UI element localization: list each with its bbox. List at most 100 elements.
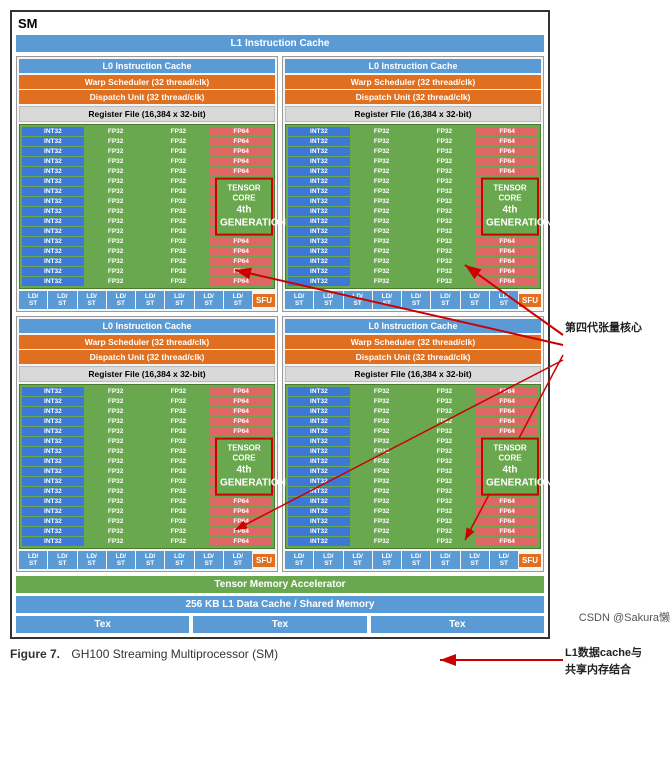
cell: FP32 xyxy=(148,267,210,276)
cell: INT32 xyxy=(22,197,84,206)
sfu-row-br: LD/ST LD/ST LD/ST LD/ST LD/ST LD/ST LD/S… xyxy=(285,551,541,569)
cell: FP32 xyxy=(148,207,210,216)
quadrant-bottom-right: L0 Instruction Cache Warp Scheduler (32 … xyxy=(282,316,544,572)
cell: FP64 xyxy=(210,267,272,276)
quadrant-top-right: L0 Instruction Cache Warp Scheduler (32 … xyxy=(282,56,544,312)
warp-scheduler-bl: Warp Scheduler (32 thread/clk) xyxy=(19,335,275,349)
tensor-core-label-tl: TENSOR CORE 4th GENERATION xyxy=(215,177,273,236)
tma-bar: Tensor Memory Accelerator xyxy=(16,576,544,593)
cell: FP32 xyxy=(85,227,147,236)
l0-cache-tl: L0 Instruction Cache xyxy=(19,59,275,73)
cell: FP32 xyxy=(148,127,210,136)
cell: FP32 xyxy=(85,237,147,246)
cell: INT32 xyxy=(22,167,84,176)
register-file-br: Register File (16,384 x 32-bit) xyxy=(285,366,541,382)
cell: FP32 xyxy=(85,187,147,196)
dispatch-unit-br: Dispatch Unit (32 thread/clk) xyxy=(285,350,541,364)
sm-title: SM xyxy=(16,16,544,31)
l0-cache-br: L0 Instruction Cache xyxy=(285,319,541,333)
cell: FP32 xyxy=(148,187,210,196)
cell: FP32 xyxy=(148,247,210,256)
dispatch-unit-tr: Dispatch Unit (32 thread/clk) xyxy=(285,90,541,104)
cell: INT32 xyxy=(22,217,84,226)
cell: FP32 xyxy=(85,217,147,226)
sm-container: SM L1 Instruction Cache L0 Instruction C… xyxy=(10,10,550,639)
top-quadrant-row: L0 Instruction Cache Warp Scheduler (32 … xyxy=(16,56,544,312)
tensor-core-label-br: TENSOR CORE 4th GENERATION xyxy=(481,437,539,496)
cell: FP32 xyxy=(148,217,210,226)
cell: FP32 xyxy=(148,137,210,146)
cell: INT32 xyxy=(22,257,84,266)
cell: INT32 xyxy=(22,177,84,186)
cell: FP32 xyxy=(148,177,210,186)
cell: FP32 xyxy=(85,247,147,256)
cell: FP32 xyxy=(148,157,210,166)
cell: FP32 xyxy=(85,147,147,156)
cell: FP64 xyxy=(210,167,272,176)
cell: FP64 xyxy=(210,137,272,146)
cell: INT32 xyxy=(22,127,84,136)
figure-title: GH100 Streaming Multiprocessor (SM) xyxy=(71,647,278,661)
data-cache-bar: 256 KB L1 Data Cache / Shared Memory xyxy=(16,596,544,613)
cell: FP32 xyxy=(85,257,147,266)
sfu-row-bl: LD/ST LD/ST LD/ST LD/ST LD/ST LD/ST LD/S… xyxy=(19,551,275,569)
l1-instruction-cache: L1 Instruction Cache xyxy=(16,35,544,52)
register-file-bl: Register File (16,384 x 32-bit) xyxy=(19,366,275,382)
tex-row: Tex Tex Tex xyxy=(16,616,544,633)
quadrant-bottom-left: L0 Instruction Cache Warp Scheduler (32 … xyxy=(16,316,278,572)
cell: INT32 xyxy=(22,147,84,156)
csdn-watermark: CSDN @Sakura懒 xyxy=(579,609,670,625)
warp-scheduler-tr: Warp Scheduler (32 thread/clk) xyxy=(285,75,541,89)
cell: FP32 xyxy=(85,197,147,206)
cell: INT32 xyxy=(22,267,84,276)
cell: FP32 xyxy=(148,227,210,236)
cell: FP64 xyxy=(210,157,272,166)
register-file-tr: Register File (16,384 x 32-bit) xyxy=(285,106,541,122)
cell: FP32 xyxy=(85,277,147,286)
figure-label: Figure 7. xyxy=(10,647,60,661)
l0-cache-bl: L0 Instruction Cache xyxy=(19,319,275,333)
warp-scheduler-tl: Warp Scheduler (32 thread/clk) xyxy=(19,75,275,89)
cell: FP64 xyxy=(210,127,272,136)
cell: FP32 xyxy=(85,267,147,276)
sfu-row-tr: LD/ST LD/ST LD/ST LD/ST LD/ST LD/ST LD/S… xyxy=(285,291,541,309)
dispatch-unit-bl: Dispatch Unit (32 thread/clk) xyxy=(19,350,275,364)
cell: INT32 xyxy=(22,207,84,216)
cell: FP32 xyxy=(85,127,147,136)
cell: FP32 xyxy=(85,137,147,146)
l0-cache-tr: L0 Instruction Cache xyxy=(285,59,541,73)
bottom-quadrant-row: L0 Instruction Cache Warp Scheduler (32 … xyxy=(16,316,544,572)
cell: FP64 xyxy=(210,247,272,256)
tensor-core-label-bl: TENSOR CORE 4th GENERATION xyxy=(215,437,273,496)
annotation-label-1: 第四代张量核心 xyxy=(565,320,670,337)
tex-left: Tex xyxy=(16,616,189,633)
dispatch-unit-tl: Dispatch Unit (32 thread/clk) xyxy=(19,90,275,104)
cell: INT32 xyxy=(22,187,84,196)
tensor-core-label-tr: TENSOR CORE 4th GENERATION xyxy=(481,177,539,236)
cell: FP32 xyxy=(148,167,210,176)
cell: INT32 xyxy=(22,227,84,236)
cell: FP32 xyxy=(148,147,210,156)
cell: FP64 xyxy=(210,277,272,286)
cell: FP32 xyxy=(85,177,147,186)
cell: FP64 xyxy=(210,237,272,246)
cell: INT32 xyxy=(22,137,84,146)
cell: FP32 xyxy=(148,197,210,206)
cell: FP64 xyxy=(210,147,272,156)
cell: INT32 xyxy=(22,157,84,166)
cell: FP64 xyxy=(210,257,272,266)
register-file-tl: Register File (16,384 x 32-bit) xyxy=(19,106,275,122)
annotation-label-2: L1数据cache与 共享内存结合 xyxy=(565,645,670,678)
warp-scheduler-br: Warp Scheduler (32 thread/clk) xyxy=(285,335,541,349)
tex-middle: Tex xyxy=(193,616,366,633)
cell: FP32 xyxy=(148,257,210,266)
cell: FP32 xyxy=(148,277,210,286)
cell: INT32 xyxy=(22,247,84,256)
tex-right: Tex xyxy=(371,616,544,633)
cell: INT32 xyxy=(22,237,84,246)
cell: FP32 xyxy=(148,237,210,246)
cell: INT32 xyxy=(22,277,84,286)
sfu-row-tl: LD/ST LD/ST LD/ST LD/ST LD/ST LD/ST LD/S… xyxy=(19,291,275,309)
quadrant-top-left: L0 Instruction Cache Warp Scheduler (32 … xyxy=(16,56,278,312)
cell: FP32 xyxy=(85,167,147,176)
